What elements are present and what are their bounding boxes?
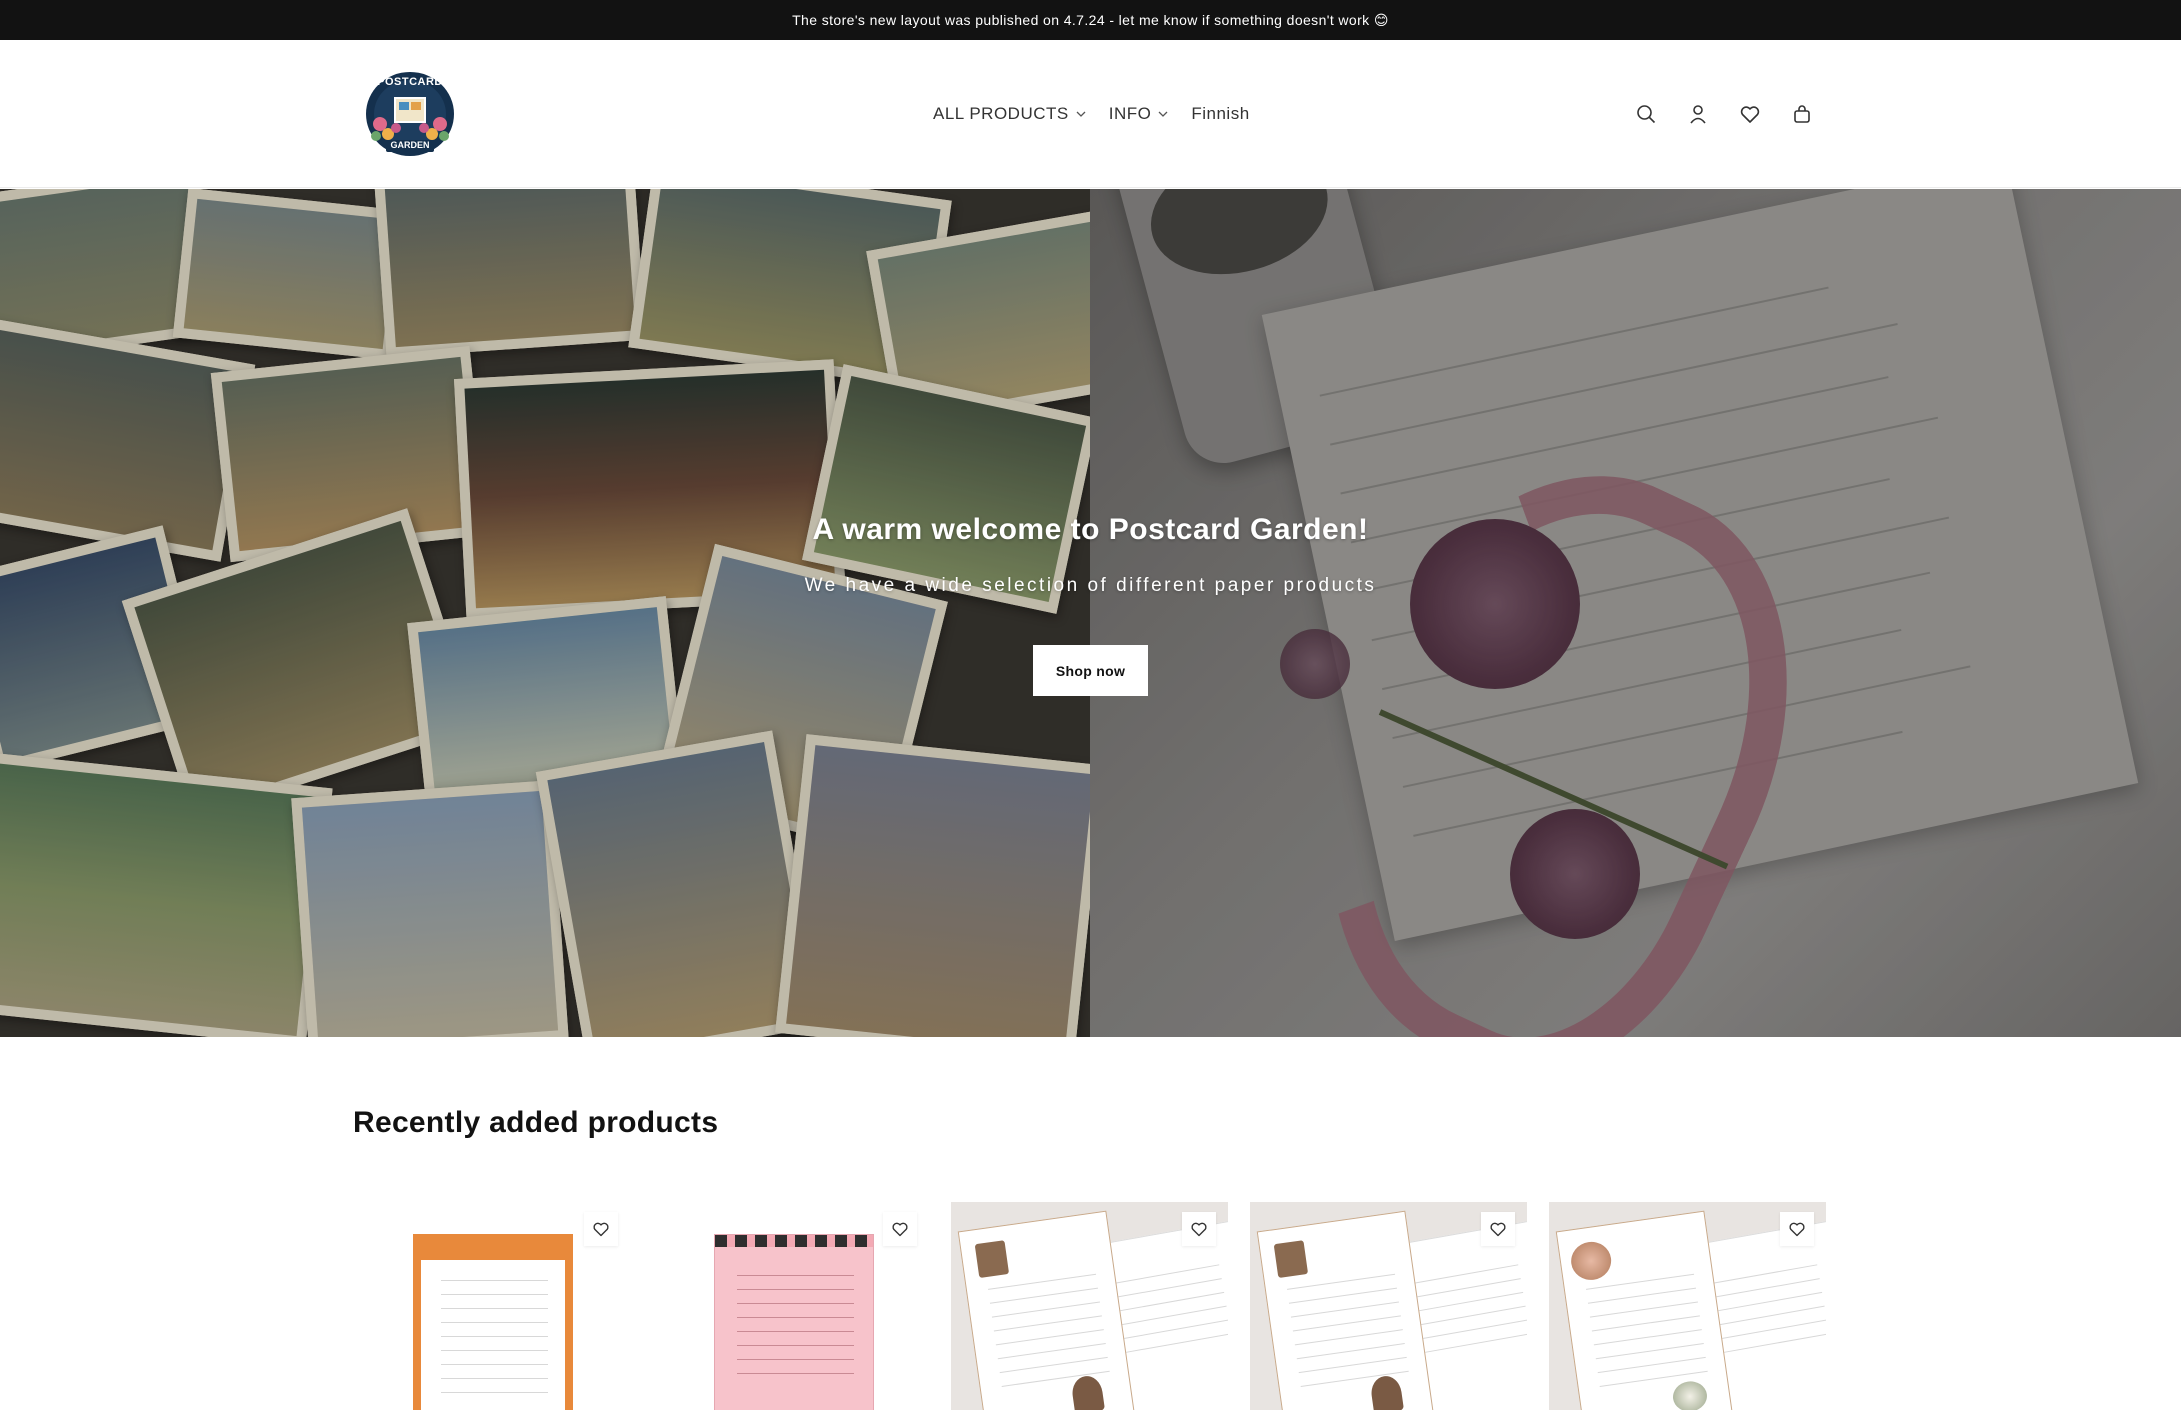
search-icon [1637,105,1656,124]
heart-icon [593,1222,609,1237]
nav-info-label: INFO [1108,104,1152,123]
wishlist-button[interactable] [1739,103,1761,125]
hero-content: A warm welcome to Postcard Garden! We ha… [0,189,2181,1037]
header-icons [1635,40,1813,188]
hero-subtitle: We have a wide selection of different pa… [804,575,1377,596]
chevron-down-icon [1158,111,1168,117]
product-card[interactable] [1549,1202,1826,1410]
heart-icon [1191,1222,1207,1237]
product-image [413,1234,573,1410]
search-button[interactable] [1635,103,1657,125]
nav-info[interactable]: INFO [1109,104,1170,124]
nav-language-finnish[interactable]: Finnish [1191,104,1249,124]
announcement-bar: The store's new layout was published on … [0,0,2181,40]
shop-now-button[interactable]: Shop now [1033,645,1148,696]
hero-title: A warm welcome to Postcard Garden! [812,513,1369,546]
chevron-down-icon [1076,111,1086,117]
product-image [714,1234,874,1410]
nav-language-label: Finnish [1191,104,1250,123]
site-header: POSTCARD GARDEN ALL PRODUCTS INFO Finnis… [0,40,2181,188]
cart-icon [1794,105,1810,123]
wishlist-button[interactable] [1780,1212,1814,1246]
product-card[interactable] [951,1202,1228,1410]
logo-text-bottom: GARDEN [390,140,430,150]
nav-all-products-label: ALL PRODUCTS [933,104,1069,123]
wishlist-icon [1740,106,1760,123]
main-nav: ALL PRODUCTS INFO Finnish [933,40,1250,188]
nav-all-products[interactable]: ALL PRODUCTS [933,104,1087,124]
account-button[interactable] [1687,103,1709,125]
logo-text-top: POSTCARD [377,76,443,88]
wishlist-button[interactable] [1182,1212,1216,1246]
heart-icon [1789,1222,1805,1237]
section-title: Recently added products [353,1106,719,1139]
wishlist-button[interactable] [883,1212,917,1246]
cart-button[interactable] [1791,103,1813,125]
store-logo[interactable]: POSTCARD GARDEN [362,68,458,160]
wishlist-button[interactable] [584,1212,618,1246]
product-card[interactable] [1250,1202,1527,1410]
product-card[interactable] [652,1202,929,1410]
heart-icon [892,1222,908,1237]
heart-icon [1490,1222,1506,1237]
announcement-text: The store's new layout was published on … [792,11,1389,28]
account-icon [1690,105,1706,124]
wishlist-button[interactable] [1481,1212,1515,1246]
hero-banner: A warm welcome to Postcard Garden! We ha… [0,189,2181,1037]
product-card[interactable] [353,1202,630,1410]
